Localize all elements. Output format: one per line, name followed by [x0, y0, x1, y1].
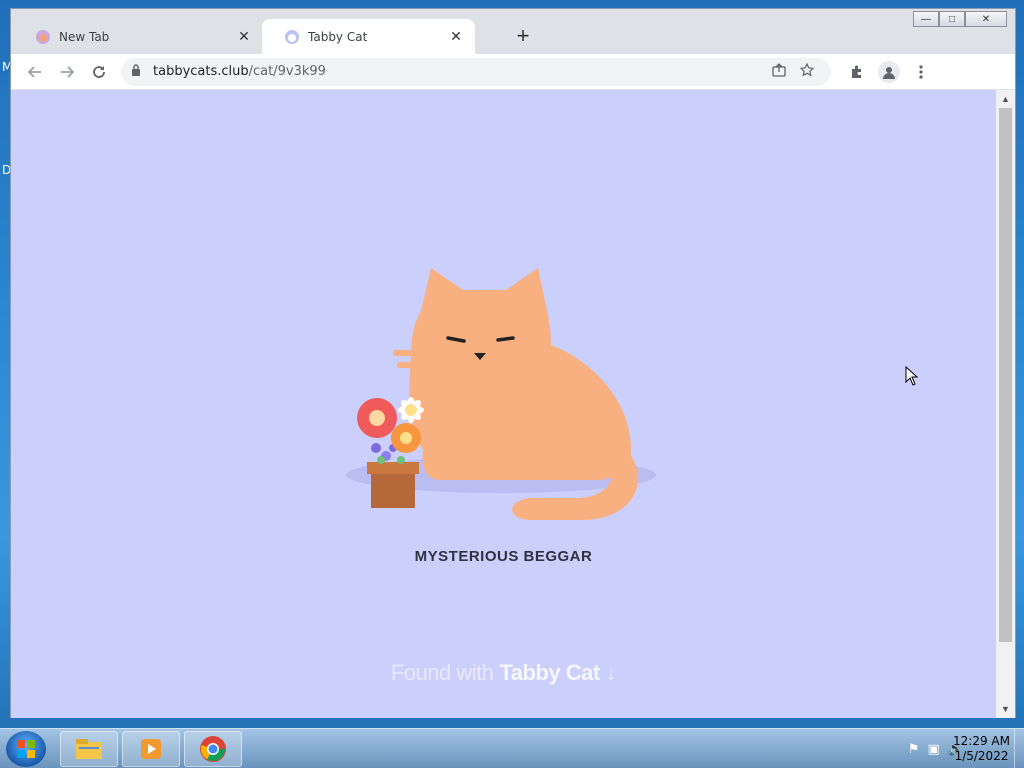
start-button[interactable] [6, 731, 46, 767]
tab-new-tab[interactable]: New Tab ✕ [13, 19, 263, 54]
taskbar: ⚑ ▣ 🔈 12:29 AM 1/5/2022 [0, 728, 1024, 768]
arrow-down-icon: ↓ [605, 660, 617, 685]
chrome-icon [200, 736, 226, 762]
reload-button[interactable] [83, 58, 115, 86]
taskbar-media-player[interactable] [122, 731, 180, 767]
file-explorer-icon [76, 739, 102, 759]
tab-title: New Tab [59, 29, 110, 44]
scrollbar-thumb[interactable] [999, 108, 1012, 642]
lock-icon[interactable] [131, 64, 145, 79]
tab-strip: New Tab ✕ Tabby Cat ✕ + — □ ✕ [11, 9, 1015, 54]
windows-logo-icon [17, 740, 35, 758]
new-tab-button[interactable]: + [511, 25, 535, 49]
forward-icon [61, 65, 75, 78]
window-close-button[interactable]: ✕ [965, 11, 1007, 27]
tab-title: Tabby Cat [308, 29, 368, 44]
star-icon[interactable] [793, 62, 821, 81]
address-bar[interactable]: tabbycats.club/cat/9v3k99 [121, 57, 831, 86]
forward-button[interactable] [51, 58, 83, 86]
media-player-icon [141, 739, 161, 759]
minimize-button[interactable]: — [913, 11, 939, 27]
new-tab-favicon-icon [35, 29, 51, 45]
cat-name-title: MYSTERIOUS BEGGAR [414, 548, 593, 565]
taskbar-clock[interactable]: 12:29 AM 1/5/2022 [953, 734, 1010, 764]
url-host: tabbycats.club [153, 64, 249, 79]
extensions-icon [852, 65, 861, 78]
clock-date: 1/5/2022 [954, 749, 1009, 763]
window-controls: — □ ✕ [913, 11, 1007, 27]
taskbar-chrome[interactable] [184, 731, 242, 767]
back-button[interactable] [19, 58, 51, 86]
page-content: MYSTERIOUS BEGGAR Found with Tabby Cat ↓ [11, 90, 996, 718]
scroll-up-arrow-icon[interactable]: ▲ [1000, 94, 1011, 104]
menu-icon [919, 64, 923, 79]
close-icon[interactable]: ✕ [447, 28, 465, 46]
back-icon [27, 65, 41, 78]
extensions-button[interactable] [841, 58, 873, 86]
tab-tabby-cat[interactable]: Tabby Cat ✕ [262, 19, 475, 54]
scroll-down-arrow-icon[interactable]: ▼ [1000, 704, 1011, 714]
found-with-banner[interactable]: Found with Tabby Cat ↓ [11, 660, 996, 686]
url-path: /cat/9v3k99 [248, 64, 326, 79]
reload-icon [93, 65, 105, 78]
menu-button[interactable] [905, 58, 937, 86]
brand-name: Tabby Cat [499, 660, 600, 685]
close-icon[interactable]: ✕ [235, 28, 253, 46]
clock-time: 12:29 AM [953, 734, 1010, 748]
mouse-cursor-icon [905, 366, 919, 386]
maximize-button[interactable]: □ [939, 11, 965, 27]
show-desktop-button[interactable] [1014, 729, 1024, 768]
profile-button[interactable] [873, 58, 905, 86]
browser-window: New Tab ✕ Tabby Cat ✕ + — □ ✕ tabbycats.… [10, 8, 1016, 718]
tabby-cat-favicon-icon [284, 29, 300, 45]
browser-toolbar: tabbycats.club/cat/9v3k99 [11, 54, 1015, 89]
taskbar-file-explorer[interactable] [60, 731, 118, 767]
share-icon[interactable] [765, 62, 793, 81]
profile-icon [878, 60, 900, 83]
vertical-scrollbar[interactable]: ▲ ▼ [996, 90, 1015, 718]
found-with-text: Found with [390, 660, 494, 685]
network-icon[interactable]: ▣ [928, 741, 940, 757]
action-center-flag-icon[interactable]: ⚑ [908, 741, 920, 757]
cat-illustration [346, 268, 656, 520]
